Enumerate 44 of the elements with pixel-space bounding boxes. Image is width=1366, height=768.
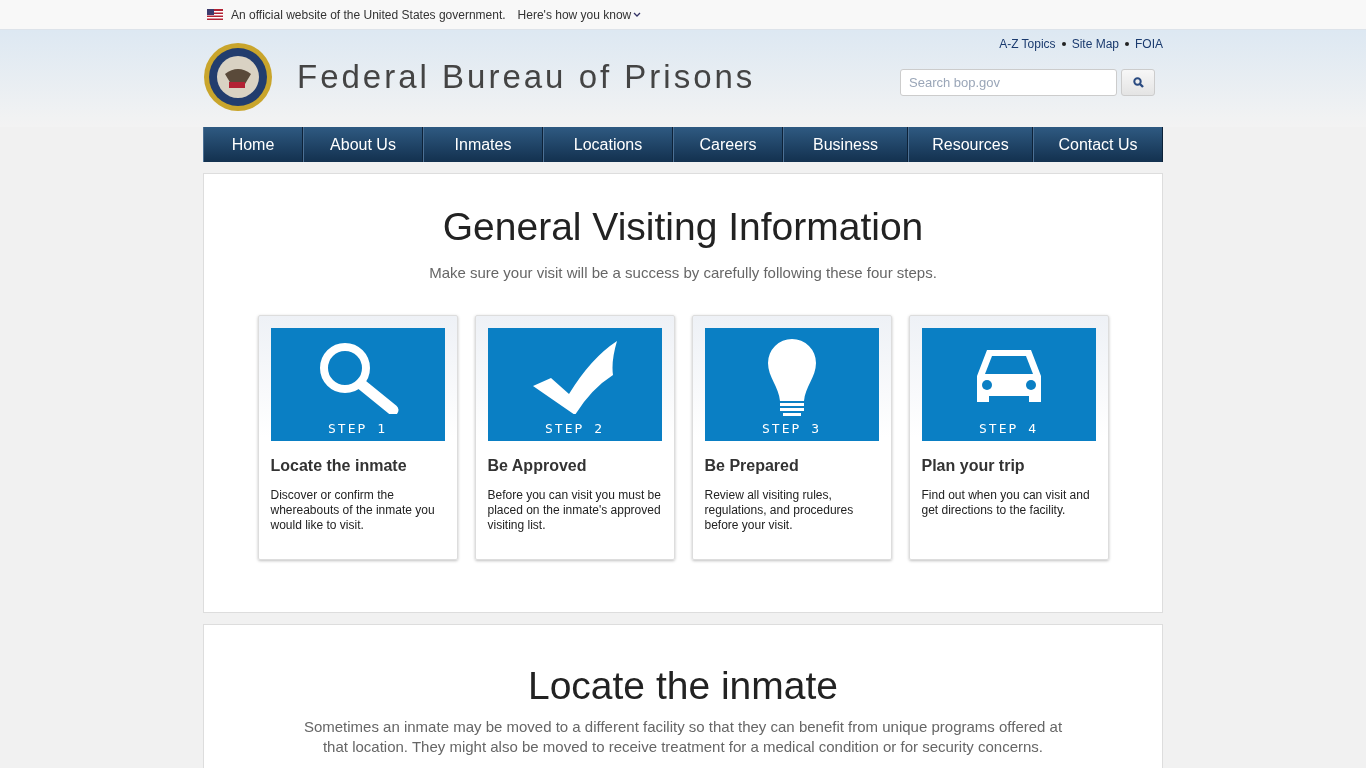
nav-item[interactable]: Business [783,127,908,162]
nav-item[interactable]: Resources [908,127,1033,162]
step-card[interactable]: STEP 4 Plan your trip Find out when you can visit and get directions to the facility. [908,314,1109,560]
section-heading: Locate the inmate [527,663,838,709]
step-card[interactable]: STEP 1 Locate the inmate Discover or confirm the whereabouts of the inmate you would like to visit. [257,314,458,560]
search-icon [1132,77,1144,88]
bullet-icon [1061,42,1066,46]
utility-link[interactable]: FOIA [1135,35,1163,53]
utility-link[interactable]: A-Z Topics [999,35,1056,53]
step-card[interactable]: STEP 2 Be Approved Before you can visit you must be placed on the inmate's approved visiting list. [474,314,675,560]
nav-item[interactable]: Inmates [423,127,543,162]
checkmark-icon [532,340,617,415]
nav-item[interactable]: Contact Us [1033,127,1163,162]
step-title: Be Approved [487,455,588,476]
step-label: STEP 2 [545,420,604,438]
search-button[interactable] [1121,69,1155,96]
section-paragraph: Sometimes an inmate may be moved to a different facility so that they can benefit from unique programs offered at that location. They might also be moved to receive treatment for a medical condition or for security concerns. [302,717,1064,757]
bullet-icon [1125,42,1129,46]
step-label: STEP 3 [762,420,821,438]
how-you-know-link[interactable]: Here's how you know [517,5,642,24]
gov-banner-text: An official website of the United States government. [231,6,506,24]
nav-item[interactable]: Careers [673,127,783,162]
site-title: Federal Bureau of Prisons [297,56,756,97]
step-description: Find out when you can visit and get directions to the facility. [921,487,1091,518]
step-description: Discover or confirm the whereabouts of the inmate you would like to visit. [270,487,436,533]
nav-item[interactable]: Home [203,127,303,162]
step-title: Be Prepared [704,455,800,476]
step-description: Before you can visit you must be placed on the inmate's approved visiting list. [487,487,662,533]
step-card[interactable]: STEP 3 Be Prepared Review all visiting rules, regulations, and procedures before your visit. [691,314,892,560]
step-title: Locate the inmate [270,455,408,476]
seal-icon [203,41,273,112]
chevron-down-icon [633,11,642,18]
step-label: STEP 1 [328,420,387,438]
page-heading: General Visiting Information [442,204,924,250]
intro-subtitle: Make sure your visit will be a success by carefully following these four steps. [429,263,937,283]
nav-item[interactable]: Locations [543,127,673,162]
step-title: Plan your trip [921,455,1026,476]
step-description: Review all visiting rules, regulations, and procedures before your visit. [704,487,855,533]
flag-icon [207,9,223,20]
step-label: STEP 4 [979,420,1038,438]
search-field[interactable]: Search bop.gov [900,69,1117,96]
nav-item[interactable]: About Us [303,127,423,162]
utility-link[interactable]: Site Map [1071,35,1119,53]
light-bulb-icon [766,338,817,417]
